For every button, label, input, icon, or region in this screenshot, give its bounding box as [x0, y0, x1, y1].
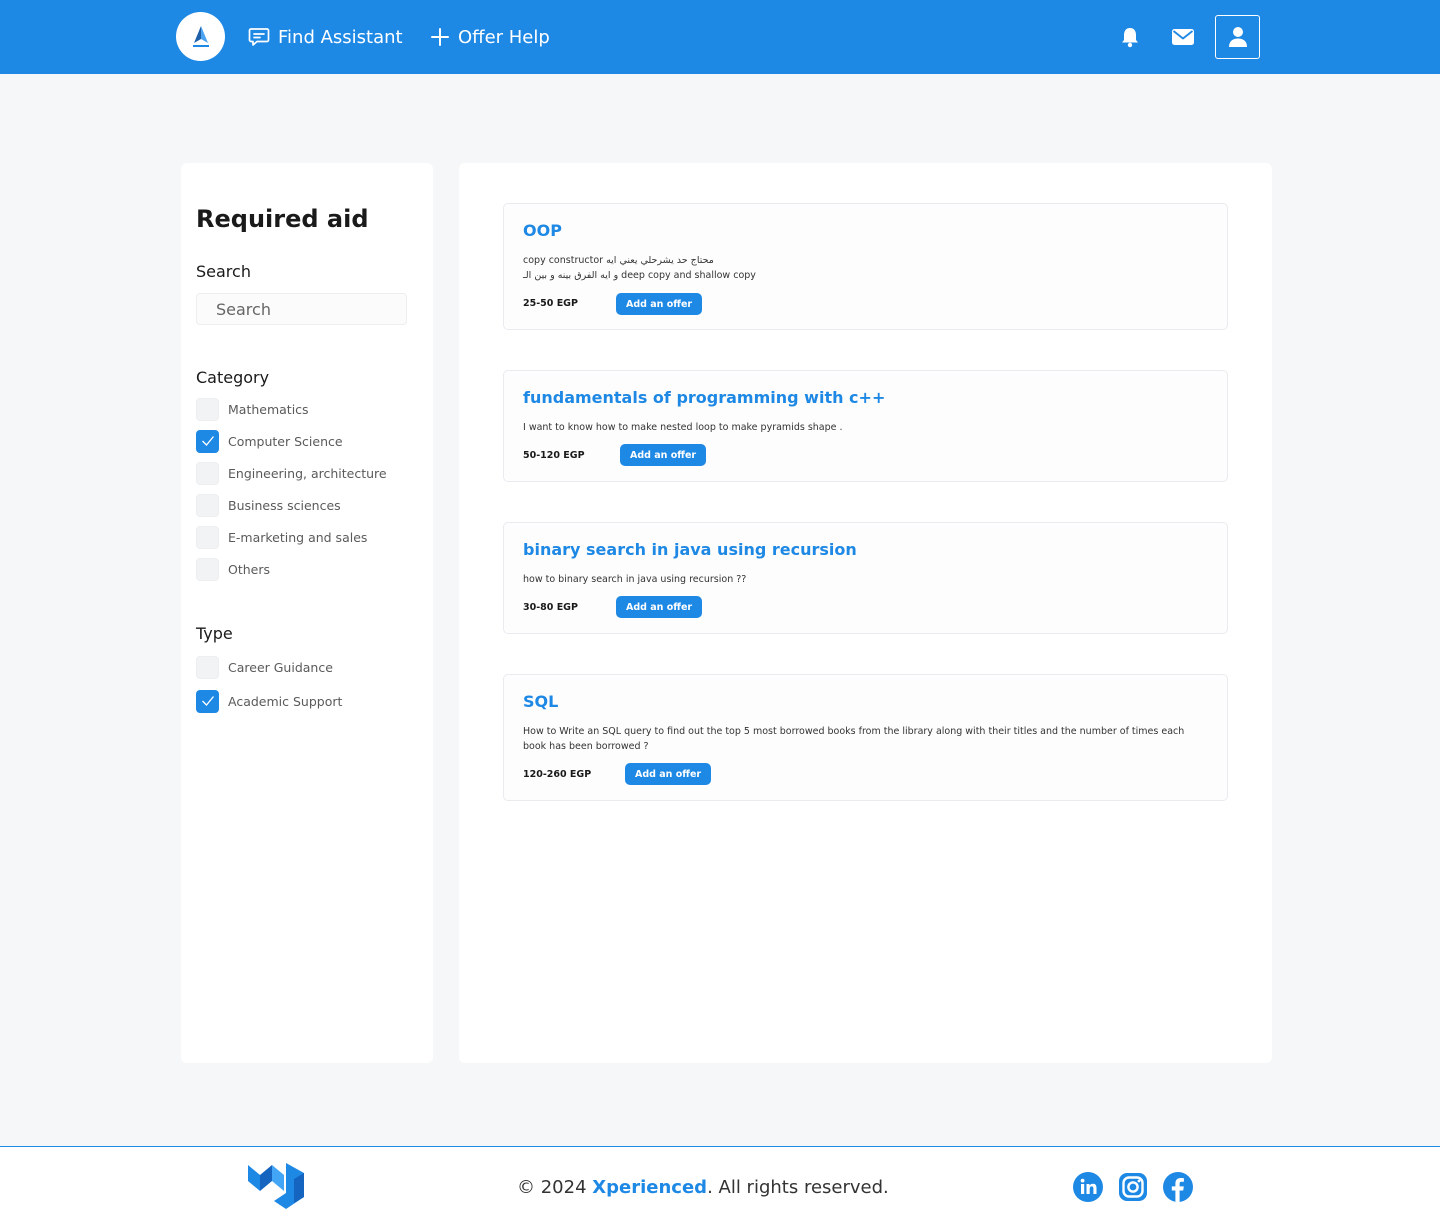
category-emarketing[interactable]: E-marketing and sales	[196, 525, 367, 549]
request-title[interactable]: OOP	[523, 221, 562, 240]
top-navbar: Find Assistant Offer Help	[0, 0, 1440, 74]
copyright-text: © 2024 Xperienced. All rights reserved.	[517, 1177, 889, 1198]
request-desc-line: I want to know how to make nested loop t…	[523, 422, 843, 433]
checkbox-checked[interactable]	[196, 689, 219, 713]
request-card-oop[interactable]: OOP copy constructor محتاج حد يشرحلي يعن…	[503, 203, 1228, 330]
profile-button[interactable]	[1215, 15, 1260, 59]
add-offer-button[interactable]: Add an offer	[625, 763, 712, 785]
category-mathematics[interactable]: Mathematics	[196, 397, 309, 421]
request-description: How to Write an SQL query to find out th…	[523, 724, 1213, 754]
user-icon	[1228, 27, 1247, 47]
type-career-guidance[interactable]: Career Guidance	[196, 655, 333, 679]
checkbox[interactable]	[196, 397, 219, 421]
type-academic-support[interactable]: Academic Support	[196, 689, 342, 713]
app-logo[interactable]	[176, 12, 225, 61]
facebook-link[interactable]	[1162, 1171, 1194, 1203]
request-description: copy constructor محتاج حد يشرحلي يعني اي…	[523, 253, 1213, 283]
request-price: 25-50 EGP	[523, 298, 578, 309]
messages-button[interactable]	[1170, 24, 1196, 50]
nav-find-assistant-label: Find Assistant	[278, 26, 403, 48]
bell-icon	[1122, 28, 1138, 48]
category-business[interactable]: Business sciences	[196, 493, 341, 517]
requests-panel: OOP copy constructor محتاج حد يشرحلي يعن…	[459, 163, 1272, 1063]
request-price: 50-120 EGP	[523, 450, 585, 461]
request-desc-line: book has been borrowed ?	[523, 741, 649, 752]
checkbox[interactable]	[196, 557, 219, 581]
checkbox-checked[interactable]	[196, 429, 219, 453]
linkedin-link[interactable]	[1072, 1171, 1104, 1203]
checkbox[interactable]	[196, 493, 219, 517]
checkmark-icon	[201, 696, 214, 706]
instagram-icon	[1119, 1173, 1147, 1201]
add-offer-button[interactable]: Add an offer	[616, 293, 703, 315]
type-label: Type	[196, 624, 233, 643]
notifications-button[interactable]	[1117, 24, 1143, 50]
category-others[interactable]: Others	[196, 557, 270, 581]
category-label-text: Others	[228, 561, 271, 577]
plus-icon	[430, 27, 450, 47]
mail-icon	[1172, 29, 1194, 45]
search-label: Search	[196, 262, 251, 281]
brand-name: Xperienced	[592, 1177, 708, 1198]
category-label: Category	[196, 368, 270, 387]
logo-mark-icon	[192, 25, 209, 47]
checkbox[interactable]	[196, 655, 219, 679]
request-card-java[interactable]: binary search in java using recursion ho…	[503, 522, 1228, 634]
nav-offer-help-label: Offer Help	[458, 26, 550, 48]
request-desc-line: How to Write an SQL query to find out th…	[523, 726, 1185, 737]
nav-offer-help[interactable]: Offer Help	[430, 24, 550, 50]
page-footer: © 2024 Xperienced. All rights reserved.	[0, 1146, 1440, 1226]
request-description: I want to know how to make nested loop t…	[523, 420, 1213, 435]
category-engineering[interactable]: Engineering, architecture	[196, 461, 387, 485]
category-label-text: Business sciences	[228, 497, 341, 513]
request-title[interactable]: binary search in java using recursion	[523, 540, 857, 559]
request-price: 30-80 EGP	[523, 602, 578, 613]
request-description: how to binary search in java using recur…	[523, 572, 1213, 587]
request-price: 120-260 EGP	[523, 769, 592, 780]
request-title[interactable]: SQL	[523, 692, 558, 711]
nav-find-assistant[interactable]: Find Assistant	[248, 24, 403, 50]
request-desc-line: how to binary search in java using recur…	[523, 574, 747, 585]
request-desc-line: و ايه الفرق بينه و بين الـ deep copy and…	[523, 270, 756, 281]
checkbox[interactable]	[196, 525, 219, 549]
type-label-text: Career Guidance	[228, 659, 333, 675]
instagram-link[interactable]	[1117, 1171, 1149, 1203]
add-offer-button[interactable]: Add an offer	[616, 596, 703, 618]
facebook-icon	[1163, 1172, 1193, 1202]
request-desc-line: copy constructor محتاج حد يشرحلي يعني اي…	[523, 255, 714, 266]
sidebar-title: Required aid	[196, 205, 369, 233]
category-label-text: Computer Science	[228, 433, 343, 449]
type-label-text: Academic Support	[228, 693, 343, 709]
category-label-text: Engineering, architecture	[228, 465, 387, 481]
checkbox[interactable]	[196, 461, 219, 485]
search-input[interactable]	[196, 293, 407, 325]
add-offer-button[interactable]: Add an offer	[620, 444, 707, 466]
linkedin-icon	[1073, 1172, 1103, 1202]
checkmark-icon	[201, 436, 214, 446]
chat-icon	[248, 27, 270, 47]
category-label-text: Mathematics	[228, 401, 309, 417]
request-card-cpp[interactable]: fundamentals of programming with c++ I w…	[503, 370, 1228, 482]
brand-logo-icon	[248, 1163, 304, 1209]
copyright-prefix: © 2024	[517, 1177, 593, 1198]
footer-logo[interactable]	[246, 1161, 308, 1217]
filter-sidebar: Required aid Search Category Mathematics…	[181, 163, 433, 1063]
copyright-suffix: . All rights reserved.	[707, 1177, 889, 1198]
category-computer-science[interactable]: Computer Science	[196, 429, 343, 453]
request-card-sql[interactable]: SQL How to Write an SQL query to find ou…	[503, 674, 1228, 801]
request-title[interactable]: fundamentals of programming with c++	[523, 388, 885, 407]
category-label-text: E-marketing and sales	[228, 529, 368, 545]
